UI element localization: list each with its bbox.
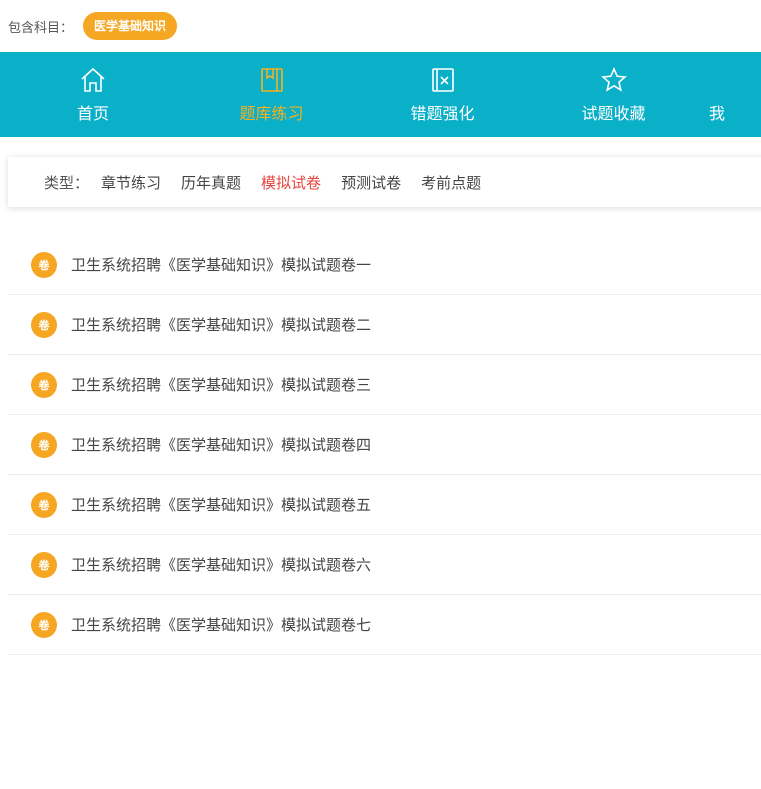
user-icon bbox=[709, 66, 737, 94]
paper-title: 卫生系统招聘《医学基础知识》模拟试题卷三 bbox=[71, 376, 372, 394]
nav-item-label: 试题收藏 bbox=[581, 103, 646, 123]
main-nav: 首页 题库练习 错题强化 试题收藏 我 bbox=[0, 52, 761, 137]
paper-badge: 卷 bbox=[31, 311, 57, 338]
paper-title: 卫生系统招聘《医学基础知识》模拟试题卷六 bbox=[71, 556, 372, 574]
nav-item-label: 我 bbox=[709, 103, 726, 123]
filter-option-mock[interactable]: 模拟试卷 bbox=[261, 172, 321, 193]
filter-option-chapter[interactable]: 章节练习 bbox=[101, 172, 161, 193]
paper-title: 卫生系统招聘《医学基础知识》模拟试题卷五 bbox=[71, 496, 372, 514]
nav-item-favorites[interactable]: 试题收藏 bbox=[528, 66, 699, 124]
subject-tag[interactable]: 医学基础知识 bbox=[83, 12, 178, 40]
subject-bar: 包含科目： 医学基础知识 bbox=[0, 0, 761, 52]
nav-item-label: 题库练习 bbox=[239, 103, 304, 123]
nav-item-label: 错题强化 bbox=[410, 103, 475, 123]
filter-option-predict[interactable]: 预测试卷 bbox=[341, 172, 401, 193]
nav-item-home[interactable]: 首页 bbox=[0, 66, 186, 124]
home-icon bbox=[81, 67, 105, 92]
nav-item-mistakes[interactable]: 错题强化 bbox=[357, 66, 528, 124]
list-item[interactable]: 卷 卫生系统招聘《医学基础知识》模拟试题卷五 bbox=[8, 475, 761, 535]
list-item[interactable]: 卷 卫生系统招聘《医学基础知识》模拟试题卷三 bbox=[8, 355, 761, 415]
nav-item-me[interactable]: 我 bbox=[699, 66, 759, 124]
nav-item-label: 首页 bbox=[76, 103, 109, 123]
list-item[interactable]: 卷 卫生系统招聘《医学基础知识》模拟试题卷一 bbox=[8, 235, 761, 295]
paper-badge: 卷 bbox=[31, 611, 57, 638]
paper-badge: 卷 bbox=[31, 251, 57, 278]
paper-title: 卫生系统招聘《医学基础知识》模拟试题卷四 bbox=[71, 436, 372, 454]
paper-title: 卫生系统招聘《医学基础知识》模拟试题卷一 bbox=[71, 256, 372, 274]
filter-label: 类型： bbox=[44, 173, 90, 192]
nav-item-practice[interactable]: 题库练习 bbox=[186, 66, 357, 124]
paper-badge: 卷 bbox=[31, 431, 57, 458]
list-item[interactable]: 卷 卫生系统招聘《医学基础知识》模拟试题卷四 bbox=[8, 415, 761, 475]
filter-option-past-exams[interactable]: 历年真题 bbox=[181, 172, 241, 193]
book-icon bbox=[260, 67, 283, 92]
star-icon bbox=[600, 66, 627, 92]
paper-badge: 卷 bbox=[31, 371, 57, 398]
type-filter: 类型： 章节练习 历年真题 模拟试卷 预测试卷 考前点题 bbox=[8, 157, 761, 207]
paper-badge: 卷 bbox=[31, 551, 57, 578]
paper-badge: 卷 bbox=[31, 491, 57, 518]
list-item[interactable]: 卷 卫生系统招聘《医学基础知识》模拟试题卷六 bbox=[8, 535, 761, 595]
paper-title: 卫生系统招聘《医学基础知识》模拟试题卷七 bbox=[71, 616, 372, 634]
paper-title: 卫生系统招聘《医学基础知识》模拟试题卷二 bbox=[71, 316, 372, 334]
list-item[interactable]: 卷 卫生系统招聘《医学基础知识》模拟试题卷二 bbox=[8, 295, 761, 355]
list-item[interactable]: 卷 卫生系统招聘《医学基础知识》模拟试题卷七 bbox=[8, 595, 761, 655]
filter-option-key-points[interactable]: 考前点题 bbox=[421, 172, 481, 193]
subject-label: 包含科目： bbox=[8, 20, 74, 36]
error-book-icon bbox=[431, 67, 454, 92]
paper-list: 卷 卫生系统招聘《医学基础知识》模拟试题卷一 卷 卫生系统招聘《医学基础知识》模… bbox=[0, 235, 761, 655]
